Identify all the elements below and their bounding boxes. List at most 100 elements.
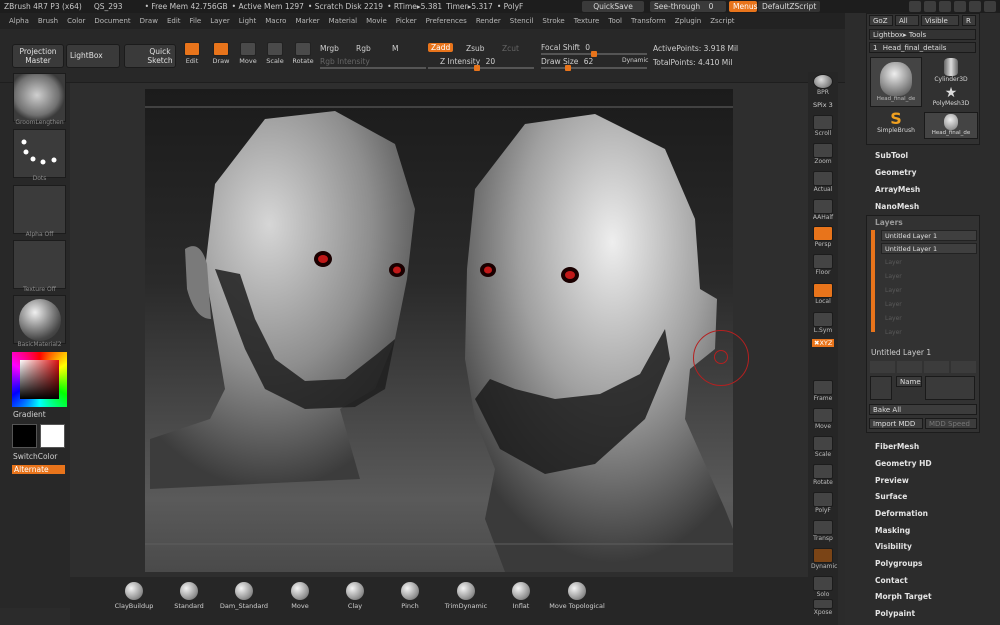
deformation-menu[interactable]: Deformation xyxy=(875,509,928,518)
zoom-button[interactable]: Zoom xyxy=(811,143,835,169)
layer-slot[interactable]: Layer xyxy=(881,315,977,325)
document-canvas[interactable] xyxy=(145,89,733,572)
persp-button[interactable]: Persp xyxy=(811,226,835,252)
contact-menu[interactable]: Contact xyxy=(875,576,908,585)
layer-export-icon[interactable] xyxy=(951,361,976,373)
menu-alpha[interactable]: Alpha xyxy=(9,17,29,25)
stroke-thumbnail[interactable] xyxy=(13,129,66,178)
z-intensity-track[interactable] xyxy=(428,65,534,71)
layer-row-1[interactable]: Untitled Layer 1 xyxy=(881,230,977,241)
saturation-square[interactable] xyxy=(20,360,59,399)
menu-document[interactable]: Document xyxy=(94,17,130,25)
layer-down-icon[interactable] xyxy=(897,361,922,373)
draw-button[interactable]: Draw xyxy=(207,42,235,68)
edit-button[interactable]: Edit xyxy=(178,42,206,68)
tool-thumb-polymesh[interactable]: ★ PolyMesh3D xyxy=(924,86,978,112)
brush-pinch[interactable]: Pinch xyxy=(384,582,436,610)
default-zscript-button[interactable]: DefaultZScript xyxy=(758,1,820,12)
spix-label[interactable]: SPix 3 xyxy=(813,101,833,109)
layer-tools-icon[interactable] xyxy=(925,376,975,400)
actual-button[interactable]: Actual xyxy=(811,171,835,197)
bpr-button[interactable]: BPR xyxy=(811,74,835,100)
brush-dam-standard[interactable]: Dam_Standard xyxy=(218,582,270,610)
nanomesh-menu[interactable]: NanoMesh xyxy=(875,202,919,211)
aahalf-button[interactable]: AAHalf xyxy=(811,199,835,225)
menu-texture[interactable]: Texture xyxy=(574,17,600,25)
brush-standard[interactable]: Standard xyxy=(163,582,215,610)
preview-menu[interactable]: Preview xyxy=(875,476,909,485)
help-icon[interactable] xyxy=(909,1,921,12)
masking-menu[interactable]: Masking xyxy=(875,526,910,535)
menu-preferences[interactable]: Preferences xyxy=(426,17,467,25)
transp-button[interactable]: Transp xyxy=(811,520,835,546)
menu-edit[interactable]: Edit xyxy=(167,17,181,25)
move-mode-button[interactable]: Move xyxy=(234,42,262,68)
menu-macro[interactable]: Macro xyxy=(265,17,286,25)
name-button[interactable]: Name xyxy=(896,376,922,387)
subtool-menu[interactable]: SubTool xyxy=(875,151,908,160)
rgb-intensity-track[interactable] xyxy=(320,67,426,69)
alpha-thumbnail[interactable] xyxy=(13,185,66,234)
z-intensity-slider[interactable]: Z Intensity 20 xyxy=(440,57,495,66)
zcut-button[interactable]: Zcut xyxy=(502,44,519,53)
menu-zscript[interactable]: Zscript xyxy=(710,17,734,25)
rotate-mode-button[interactable]: Rotate xyxy=(289,42,317,68)
layer-slot[interactable]: Layer xyxy=(881,301,977,311)
material-thumbnail[interactable] xyxy=(13,295,66,344)
menu-picker[interactable]: Picker xyxy=(396,17,417,25)
dynamic-toggle[interactable]: Dynamic xyxy=(622,57,648,64)
lightbox-tools-button[interactable]: Lightbox▸ Tools xyxy=(869,29,976,40)
secondary-color-swatch[interactable] xyxy=(40,424,65,448)
menu-material[interactable]: Material xyxy=(329,17,357,25)
layers-scrollbar[interactable] xyxy=(871,230,875,332)
palette-icon[interactable] xyxy=(939,1,951,12)
frame-button[interactable]: Frame xyxy=(811,380,835,406)
current-layer-slider[interactable]: Untitled Layer 1 xyxy=(871,348,931,357)
menu-light[interactable]: Light xyxy=(239,17,256,25)
visibility-menu[interactable]: Visibility xyxy=(875,542,912,551)
bake-all-button[interactable]: Bake All xyxy=(869,404,977,415)
minimize-icon[interactable] xyxy=(954,1,966,12)
brush-inflat[interactable]: Inflat xyxy=(495,582,547,610)
new-layer-icon[interactable] xyxy=(870,376,892,400)
layer-redo-icon[interactable] xyxy=(924,361,949,373)
current-tool-slider[interactable]: 1 Head_final_details xyxy=(869,42,976,53)
visible-button[interactable]: Visible xyxy=(921,15,959,26)
polyf-button[interactable]: PolyF xyxy=(811,492,835,518)
draw-size-track[interactable] xyxy=(541,65,647,71)
brush-clay[interactable]: Clay xyxy=(329,582,381,610)
layer-up-icon[interactable] xyxy=(870,361,895,373)
menu-zplugin[interactable]: Zplugin xyxy=(675,17,701,25)
xyz-button[interactable]: ✖XYZ xyxy=(812,339,835,347)
arraymesh-menu[interactable]: ArrayMesh xyxy=(875,185,920,194)
all-button[interactable]: All xyxy=(895,15,919,26)
menu-stencil[interactable]: Stencil xyxy=(510,17,534,25)
main-color-swatch[interactable] xyxy=(12,424,37,448)
tool-thumb-cylinder[interactable]: Cylinder3D xyxy=(924,57,978,85)
mdd-speed-slider[interactable]: MDD Speed xyxy=(925,418,977,429)
dynamic-view-button[interactable]: Dynamic xyxy=(811,548,837,574)
see-through-slider[interactable]: See-through 0 xyxy=(650,1,726,12)
geometry-hd-menu[interactable]: Geometry HD xyxy=(875,459,932,468)
color-picker[interactable] xyxy=(12,352,67,407)
z-intensity-knob[interactable] xyxy=(474,65,480,71)
brush-move-topological[interactable]: Move Topological xyxy=(548,582,606,610)
scale-mode-button[interactable]: Scale xyxy=(261,42,289,68)
texture-thumbnail[interactable] xyxy=(13,240,66,289)
menu-movie[interactable]: Movie xyxy=(366,17,387,25)
draw-size-knob[interactable] xyxy=(565,65,571,71)
move-view-button[interactable]: Move xyxy=(811,408,835,434)
m-button[interactable]: M xyxy=(392,44,398,53)
surface-menu[interactable]: Surface xyxy=(875,492,907,501)
alternate-button[interactable]: Alternate xyxy=(12,465,65,474)
rotate-view-button[interactable]: Rotate xyxy=(811,464,835,490)
scroll-button[interactable]: Scroll xyxy=(811,115,835,141)
tool-thumb-head-2[interactable]: Head_final_de xyxy=(924,112,978,139)
zadd-button[interactable]: Zadd xyxy=(428,43,454,52)
switchcolor-button[interactable]: SwitchColor xyxy=(13,452,57,461)
gradient-label[interactable]: Gradient xyxy=(13,410,46,419)
layer-slot[interactable]: Layer xyxy=(881,273,977,283)
quicksave-button[interactable]: QuickSave xyxy=(582,1,644,12)
menu-color[interactable]: Color xyxy=(67,17,85,25)
layout-icon[interactable] xyxy=(924,1,936,12)
